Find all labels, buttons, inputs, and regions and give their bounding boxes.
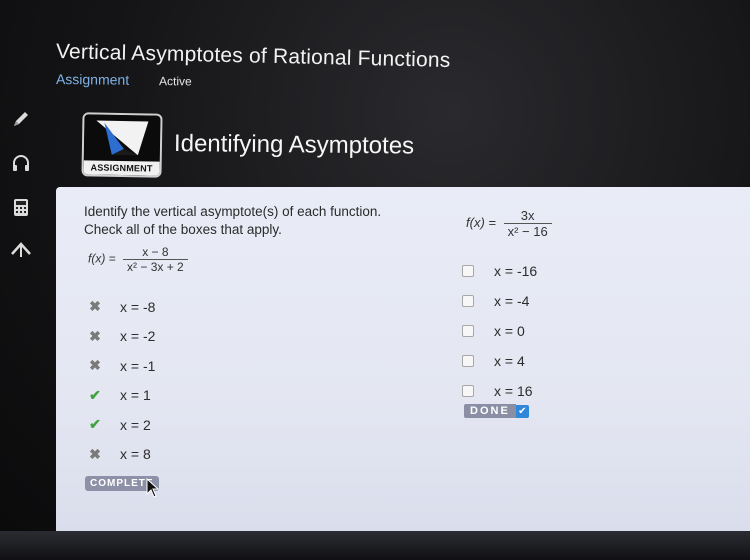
question-instructions: Identify the vertical asymptote(s) of ea… <box>84 203 444 239</box>
denominator: x² − 16 <box>503 223 552 239</box>
option-label: x = 4 <box>494 353 525 369</box>
function-name: f(x) = <box>88 251 116 266</box>
answer-option[interactable]: ✖ x = -1 <box>86 351 155 381</box>
option-label: x = 1 <box>120 387 151 404</box>
answer-option[interactable]: ✔ x = 2 <box>86 410 155 440</box>
option-label: x = -8 <box>120 298 156 315</box>
done-button[interactable]: DONE ✔ <box>464 404 529 418</box>
checkbox[interactable] <box>462 355 474 367</box>
option-label: x = -2 <box>120 328 156 345</box>
x-mark-icon: ✖ <box>89 327 101 344</box>
page-title: Vertical Asymptotes of Rational Function… <box>55 40 451 72</box>
checkmark-icon: ✔ <box>89 416 101 433</box>
checkbox[interactable] <box>462 325 474 337</box>
assignment-badge: ASSIGNMENT <box>81 112 163 178</box>
calculator-icon[interactable] <box>10 196 32 218</box>
function-name: f(x) = <box>466 214 496 230</box>
done-label: DONE <box>464 404 516 418</box>
instruction-line-1: Identify the vertical asymptote(s) of ea… <box>84 204 382 219</box>
fraction: 3x x² − 16 <box>503 208 552 239</box>
answer-option[interactable]: ✔ x = 1 <box>86 381 155 411</box>
fraction: x − 8 x² − 3x + 2 <box>123 245 188 274</box>
arrow-up-icon[interactable] <box>10 238 32 260</box>
right-answer-list: x = -16 x = -4 x = 0 x = 4 x = 16 <box>462 256 537 406</box>
instruction-line-2: Check all of the boxes that apply. <box>84 222 282 237</box>
checkbox[interactable] <box>462 385 474 397</box>
option-label: x = 16 <box>494 383 533 399</box>
x-mark-icon: ✖ <box>89 298 101 315</box>
option-label: x = -16 <box>494 263 538 279</box>
option-label: x = 2 <box>120 416 151 433</box>
numerator: 3x <box>520 208 535 223</box>
option-label: x = -4 <box>494 293 530 309</box>
tool-sidebar <box>0 100 46 280</box>
option-label: x = 8 <box>120 446 151 463</box>
left-answer-list: ✖ x = -8 ✖ x = -2 ✖ x = -1 ✔ x = 1 ✔ x =… <box>86 292 155 469</box>
answer-option[interactable]: x = 16 <box>462 376 537 406</box>
section-heading: Identifying Asymptotes <box>173 130 415 160</box>
screen: Vertical Asymptotes of Rational Function… <box>0 0 750 560</box>
answer-option[interactable]: ✖ x = -2 <box>86 322 155 352</box>
status-text: Active <box>158 74 192 89</box>
denominator: x² − 3x + 2 <box>123 259 188 274</box>
function-left: f(x) = x − 8 x² − 3x + 2 <box>88 245 188 274</box>
function-right: f(x) = 3x x² − 16 <box>466 208 552 239</box>
option-label: x = 0 <box>494 323 525 339</box>
answer-option[interactable]: x = 0 <box>462 316 537 346</box>
breadcrumb: Assignment Active <box>56 71 192 88</box>
option-label: x = -1 <box>120 357 156 374</box>
answer-option[interactable]: x = 4 <box>462 346 537 376</box>
x-mark-icon: ✖ <box>89 357 101 374</box>
checkbox[interactable] <box>462 265 474 277</box>
mouse-pointer-icon <box>146 478 160 498</box>
answer-option[interactable]: x = -16 <box>462 256 537 286</box>
checkmark-icon: ✔ <box>89 386 101 403</box>
x-mark-icon: ✖ <box>89 445 101 462</box>
answer-option[interactable]: ✖ x = -8 <box>86 292 155 322</box>
checkbox[interactable] <box>462 295 474 307</box>
answer-option[interactable]: x = -4 <box>462 286 537 316</box>
answer-option[interactable]: ✖ x = 8 <box>86 440 155 470</box>
bottom-bezel <box>0 531 750 560</box>
pen-nib-icon <box>83 114 161 162</box>
checkmark-icon: ✔ <box>515 404 529 418</box>
badge-label: ASSIGNMENT <box>83 160 160 176</box>
numerator: x − 8 <box>142 245 169 259</box>
pencil-icon[interactable] <box>10 108 32 130</box>
headphones-icon[interactable] <box>10 152 32 174</box>
assignment-link[interactable]: Assignment <box>56 71 129 88</box>
